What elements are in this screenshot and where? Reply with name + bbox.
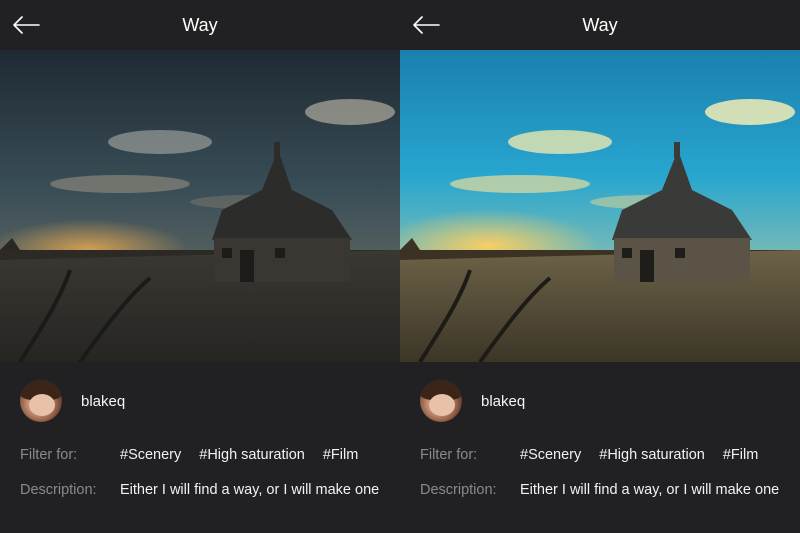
house-landscape-image [400,50,800,362]
description-label: Description: [20,482,97,498]
tag-high-saturation[interactable]: #High saturation [199,447,305,463]
arrow-left-icon [413,16,440,34]
back-button[interactable] [10,12,42,38]
top-bar: Way [400,0,800,50]
description-text: Either I will find a way, or I will make… [120,482,380,498]
user-info[interactable]: blakeq [420,379,525,423]
username[interactable]: blakeq [481,393,525,410]
panel-filtered: Way blakeq Filter for: #Scenery #High sa… [400,0,800,533]
avatar[interactable] [20,380,62,422]
username[interactable]: blakeq [81,393,125,410]
filter-tags: #Scenery #High saturation #Film [120,447,376,463]
filter-tags: #Scenery #High saturation #Film [520,447,776,463]
tag-high-saturation[interactable]: #High saturation [599,447,705,463]
user-info[interactable]: blakeq [20,379,125,423]
photo-filtered[interactable] [400,50,800,362]
tag-scenery[interactable]: #Scenery [120,447,181,463]
panel-original: Way blakeq Filter for: #Scenery #High sa… [0,0,400,533]
page-title: Way [582,15,618,35]
filter-label: Filter for: [420,447,478,463]
avatar[interactable] [420,380,462,422]
house-landscape-image [0,50,400,362]
top-bar: Way [0,0,400,50]
tag-film[interactable]: #Film [723,447,758,463]
description-text: Either I will find a way, or I will make… [520,482,780,498]
arrow-left-icon [13,16,40,34]
back-button[interactable] [410,12,442,38]
photo-original[interactable] [0,50,400,362]
description-label: Description: [420,482,497,498]
filter-label: Filter for: [20,447,78,463]
tag-film[interactable]: #Film [323,447,358,463]
tag-scenery[interactable]: #Scenery [520,447,581,463]
page-title: Way [182,15,218,35]
